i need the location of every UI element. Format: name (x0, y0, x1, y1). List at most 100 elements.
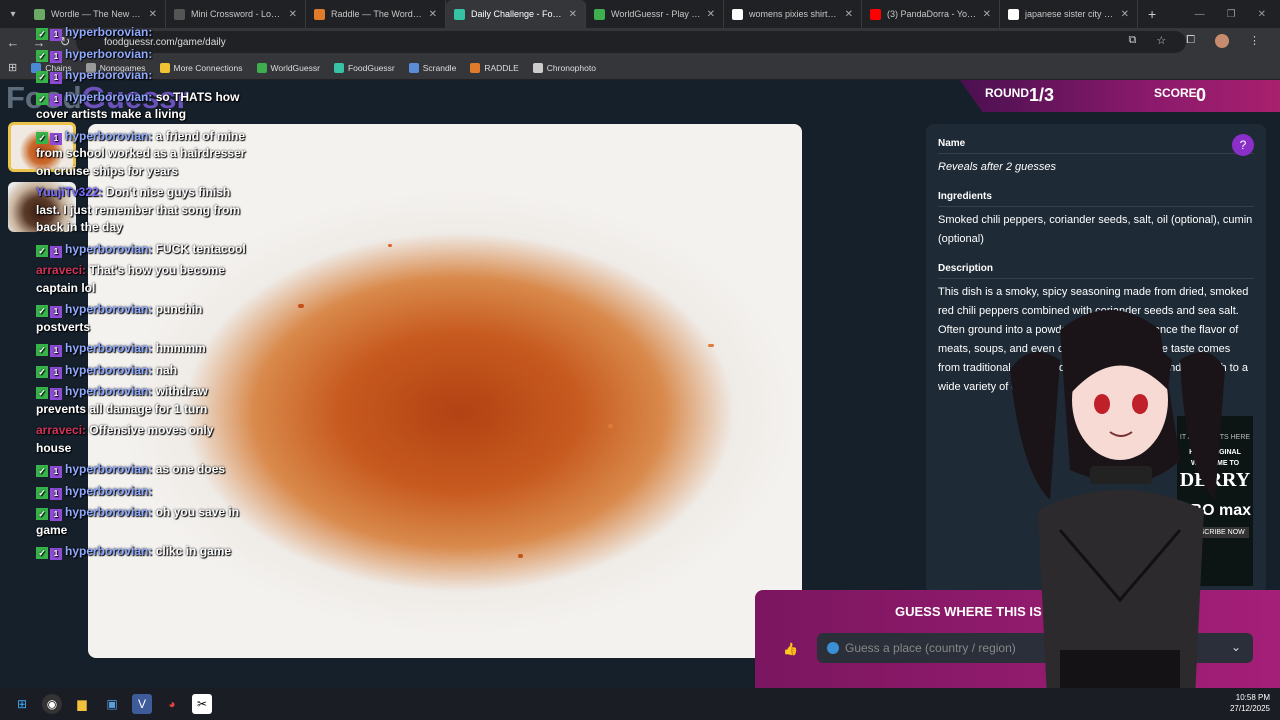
bookmark-label: RADDLE (484, 62, 519, 73)
chat-username: hyperborovian (65, 302, 149, 316)
thumbs-up-icon[interactable]: 👍 (783, 642, 798, 656)
tab-close-icon[interactable]: ✕ (289, 9, 297, 20)
chat-username: hyperborovian (65, 89, 149, 104)
bookmark-label: FoodGuessr (347, 62, 395, 73)
tab-close-icon[interactable]: ✕ (569, 9, 577, 20)
clock-time: 10:58 PM (1235, 693, 1270, 702)
sub-badge-icon: 1 (50, 50, 62, 63)
tab-search-icon[interactable]: ▾ (0, 0, 26, 28)
chat-username: hyperborovian (65, 544, 149, 558)
tab-favicon-icon (174, 8, 185, 20)
capcut-icon[interactable]: ✂ (192, 694, 212, 714)
chat-message: ✓ 1 hyperborovian: (36, 24, 251, 42)
new-tab-button[interactable]: + (1138, 6, 1166, 22)
verified-badge-icon: ✓ (36, 486, 48, 499)
sub-badge-icon: 1 (50, 487, 62, 500)
chat-username: YuujiTv322 (36, 185, 99, 199)
tab-close-icon[interactable]: ✕ (983, 9, 991, 20)
tab-favicon-icon (314, 8, 325, 20)
tab-title: Daily Challenge - FoodGu (471, 9, 563, 19)
chat-colon: : (148, 384, 156, 398)
windows-start-icon[interactable]: ⊞ (12, 694, 32, 714)
tab-5[interactable]: WorldGuessr - Play Geogr ✕ (586, 0, 724, 28)
description-heading: Description (938, 263, 1254, 279)
back-icon[interactable]: ← (0, 35, 26, 50)
round-value: 1/3 (1029, 85, 1055, 105)
chat-message: ✓ 1 hyperborovian: punchin postverts (36, 301, 251, 336)
bookmark-item[interactable]: Chronophoto (532, 62, 596, 73)
sub-badge-icon: 1 (50, 72, 62, 84)
chat-message: ✓ 1 hyperborovian: a friend of mine from s… (36, 128, 251, 181)
menu-icon[interactable]: ⋮ (1249, 34, 1260, 48)
verified-badge-icon: ✓ (36, 387, 48, 399)
tab-close-icon[interactable]: ✕ (149, 9, 157, 20)
bookmark-icon (470, 62, 481, 73)
profile-avatar[interactable] (1215, 34, 1229, 48)
tab-favicon-icon (1008, 8, 1019, 20)
tab-7[interactable]: (3) PandaDorra - YouTube ✕ (862, 0, 1000, 28)
verified-badge-icon: ✓ (36, 92, 48, 105)
chat-colon: : (98, 185, 107, 199)
tab-close-icon[interactable]: ✕ (1121, 9, 1129, 20)
extensions-icon[interactable]: ⧠ (1186, 34, 1195, 48)
chat-username: arraveci (36, 263, 83, 277)
name-value: Reveals after 2 guesses (938, 161, 1057, 173)
help-icon[interactable]: ? (1232, 134, 1254, 156)
close-window-icon[interactable]: ✕ (1258, 9, 1266, 20)
sub-badge-icon: 1 (50, 29, 62, 41)
tab-title: Raddle — The Word Trans (331, 9, 423, 19)
vtube-studio-icon[interactable]: V (132, 694, 152, 714)
chat-username: hyperborovian (65, 384, 149, 398)
chat-username: hyperborovian (65, 341, 149, 355)
chat-username: hyperborovian (65, 25, 149, 39)
chat-username: arraveci (36, 423, 83, 437)
verified-badge-icon: ✓ (36, 465, 48, 477)
bookmark-label: Chronophoto (546, 62, 596, 73)
obs-icon[interactable]: ◉ (42, 694, 62, 714)
tab-close-icon[interactable]: ✕ (429, 9, 437, 20)
chrome-icon[interactable]: ◕ (162, 694, 182, 714)
photos-icon[interactable]: ▣ (102, 694, 122, 714)
chat-text: as one does (155, 462, 226, 476)
tab-6[interactable]: womens pixies shirt - Goo ✕ (724, 0, 862, 28)
tab-close-icon[interactable]: ✕ (707, 9, 715, 20)
bookmark-item[interactable]: WorldGuessr (256, 62, 320, 73)
file-explorer-icon[interactable]: ▆ (72, 694, 92, 714)
verified-badge-icon: ✓ (36, 344, 48, 356)
sub-badge-icon: 1 (50, 132, 62, 145)
name-heading: Name (938, 138, 1254, 154)
system-clock[interactable]: 10:58 PM 27/12/2025 (1230, 692, 1270, 714)
apps-grid-icon[interactable]: ⊞ (8, 61, 17, 74)
minimize-icon[interactable]: — (1195, 9, 1205, 20)
score-value: 0 (1196, 85, 1207, 105)
chat-message: ✓ 1 hyperborovian: as one does (36, 461, 251, 479)
chat-message: ✓ 1 hyperborovian: (36, 67, 251, 85)
chat-message: ✓ 1 hyperborovian: (36, 46, 251, 64)
sub-badge-icon: 1 (50, 306, 62, 318)
chat-username: hyperborovian (65, 128, 149, 143)
chat-username: hyperborovian (65, 483, 149, 498)
tab-title: WorldGuessr - Play Geogr (611, 9, 701, 19)
chat-message: ✓ 1 hyperborovian: clikc in game (36, 543, 251, 561)
bookmark-label: WorldGuessr (270, 62, 320, 73)
tab-4[interactable]: Daily Challenge - FoodGu ✕ (446, 0, 586, 28)
chat-message: YuujiTv322: Don't nice guys finish last.… (36, 184, 251, 237)
chat-colon: : (148, 302, 156, 316)
tab-3[interactable]: Raddle — The Word Trans ✕ (306, 0, 446, 28)
chat-colon: : (148, 46, 153, 61)
verified-badge-icon: ✓ (36, 28, 48, 40)
chat-message: ✓ 1 hyperborovian: withdraw prevents all d… (36, 383, 251, 418)
bookmark-icon (256, 62, 267, 73)
bookmark-star-icon[interactable]: ☆ (1156, 34, 1166, 48)
globe-icon (827, 642, 839, 654)
bookmark-item[interactable]: RADDLE (470, 62, 519, 73)
bookmark-item[interactable]: FoodGuessr (333, 62, 395, 73)
score-label: SCORE (1154, 86, 1197, 100)
tab-close-icon[interactable]: ✕ (845, 9, 853, 20)
bookmark-item[interactable]: Scrandle (408, 62, 456, 73)
chat-text: hmmmm (155, 341, 206, 355)
cast-icon[interactable]: ⧉ (1128, 34, 1136, 48)
restore-icon[interactable]: ❐ (1227, 9, 1236, 20)
sub-badge-icon: 1 (50, 93, 62, 106)
tab-8[interactable]: japanese sister city for bl ✕ (1000, 0, 1138, 28)
